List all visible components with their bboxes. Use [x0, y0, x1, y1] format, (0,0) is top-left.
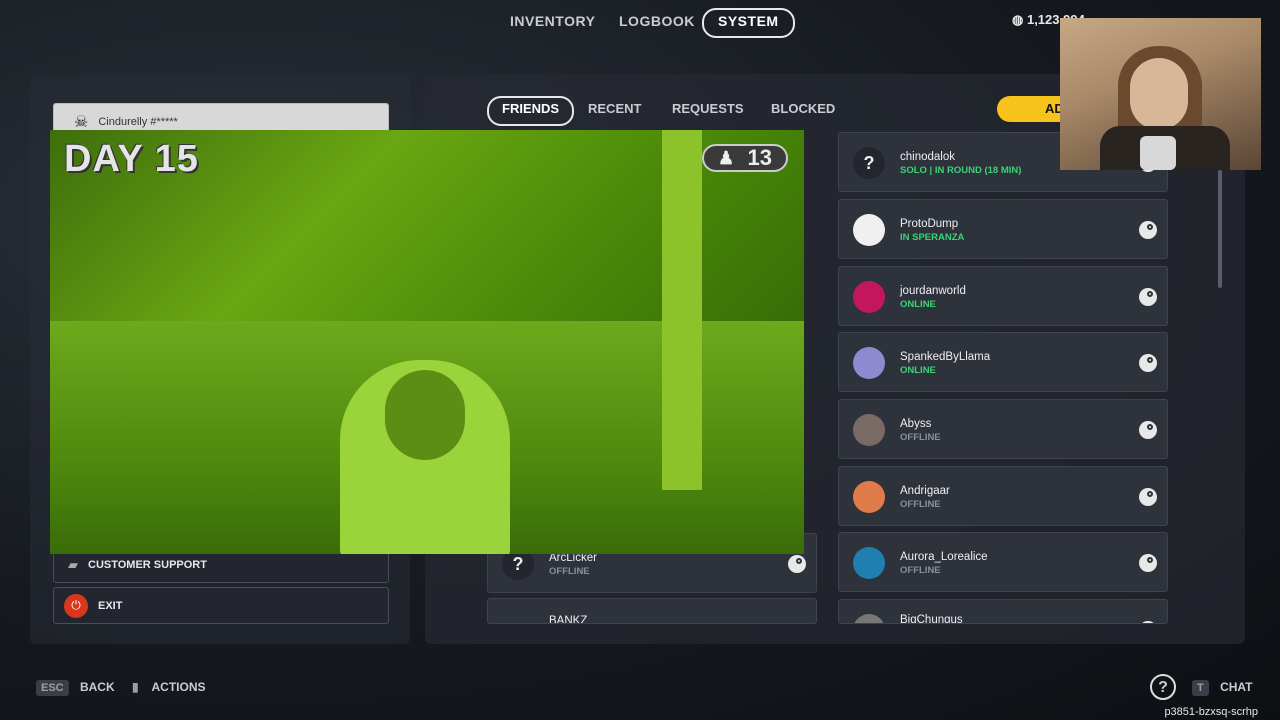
friend-card[interactable]: Andrigaar OFFLINE: [838, 466, 1168, 526]
scrollbar[interactable]: [1218, 170, 1222, 288]
tab-friends[interactable]: FRIENDS: [487, 96, 575, 126]
friend-avatar: [853, 614, 885, 623]
power-icon: ⏻: [64, 593, 88, 618]
friend-card[interactable]: BigChungus: [838, 599, 1168, 624]
friend-name: SpankedByLlama: [900, 351, 991, 363]
steam-icon[interactable]: [788, 555, 806, 573]
friend-avatar: [853, 481, 885, 513]
friend-status: OFFLINE: [900, 432, 941, 443]
skull-icon: ☠: [74, 113, 89, 131]
steam-icon[interactable]: [1139, 288, 1157, 306]
coin-icon: ◍: [1012, 12, 1024, 27]
player-count: 13: [747, 145, 772, 170]
friend-status: ONLINE: [900, 299, 936, 310]
friend-card[interactable]: Aurora_Lorealice OFFLINE: [838, 532, 1168, 592]
video-head: [385, 370, 465, 460]
friend-name: ProtoDump: [900, 218, 959, 230]
friend-status: SOLO | IN ROUND (18 MIN): [900, 165, 1022, 176]
friend-avatar: [853, 281, 885, 313]
user-name: Cindurelly #*****: [98, 115, 178, 128]
webcam-face: [1130, 58, 1188, 130]
player-count-badge: ♟ 13: [702, 144, 788, 172]
friend-avatar: [853, 347, 885, 379]
steam-icon[interactable]: [1139, 221, 1157, 239]
friend-card[interactable]: SpankedByLlama ONLINE: [838, 332, 1168, 392]
friend-name: chinodalok: [900, 151, 955, 163]
friend-name: Andrigaar: [900, 485, 950, 497]
steam-icon[interactable]: [1139, 421, 1157, 439]
friend-name: Aurora_Lorealice: [900, 551, 988, 563]
friend-name: jourdanworld: [900, 285, 966, 297]
friend-status: OFFLINE: [900, 499, 941, 510]
mouse-icon: ▮: [132, 680, 139, 694]
friend-name: BigChungus: [900, 614, 963, 624]
back-label: BACK: [79, 680, 115, 694]
friend-avatar: ?: [853, 147, 885, 179]
tab-recent[interactable]: RECENT: [588, 96, 641, 122]
friend-card[interactable]: ProtoDump IN SPERANZA: [838, 199, 1168, 259]
tab-requests[interactable]: REQUESTS: [672, 96, 744, 122]
friend-status: OFFLINE: [900, 565, 941, 576]
actions-hint[interactable]: ▮ ACTIONS: [132, 680, 206, 694]
friend-avatar: [853, 214, 885, 246]
friend-avatar: [853, 547, 885, 579]
exit-label: EXIT: [98, 599, 123, 612]
friend-avatar: [853, 414, 885, 446]
esc-key: ESC: [36, 680, 69, 696]
friend-status: IN SPERANZA: [900, 232, 965, 243]
tab-blocked[interactable]: BLOCKED: [771, 96, 835, 122]
friend-status: ONLINE: [900, 365, 936, 376]
friend-name: Abyss: [900, 418, 932, 430]
help-icon: ?: [1150, 674, 1176, 700]
friend-status: OFFLINE: [549, 566, 590, 577]
friend-card[interactable]: BANKZ: [487, 598, 817, 624]
session-code: p3851-bzxsq-scrhp: [1164, 706, 1258, 718]
friend-card[interactable]: Abyss OFFLINE: [838, 399, 1168, 459]
customer-support-label: CUSTOMER SUPPORT: [88, 558, 207, 571]
microphone-icon: [1140, 136, 1176, 170]
tab-system[interactable]: SYSTEM: [702, 8, 795, 38]
t-key: T: [1192, 680, 1209, 696]
person-icon: ♟: [718, 148, 735, 168]
chat-hint[interactable]: T CHAT: [1192, 680, 1253, 696]
day-label: DAY 15: [64, 138, 199, 180]
exit-button[interactable]: ⏻ EXIT: [53, 587, 389, 624]
steam-icon[interactable]: [1139, 621, 1157, 623]
webcam-overlay: [1060, 18, 1261, 170]
video-overlay: DAY 15 ♟ 13: [50, 130, 804, 554]
chat-bubbles-icon: ▰: [68, 556, 78, 572]
steam-icon[interactable]: [1139, 354, 1157, 372]
video-pillar: [662, 130, 702, 490]
tab-logbook[interactable]: LOGBOOK: [619, 8, 695, 34]
chat-label: CHAT: [1220, 680, 1253, 694]
steam-icon[interactable]: [1139, 488, 1157, 506]
back-hint[interactable]: ESC BACK: [36, 680, 115, 696]
help-hint[interactable]: ?: [1150, 674, 1176, 700]
actions-label: ACTIONS: [151, 680, 206, 694]
friend-name: BANKZ: [549, 615, 588, 624]
steam-icon[interactable]: [1139, 554, 1157, 572]
friend-card[interactable]: jourdanworld ONLINE: [838, 266, 1168, 326]
tab-inventory[interactable]: INVENTORY: [510, 8, 595, 34]
